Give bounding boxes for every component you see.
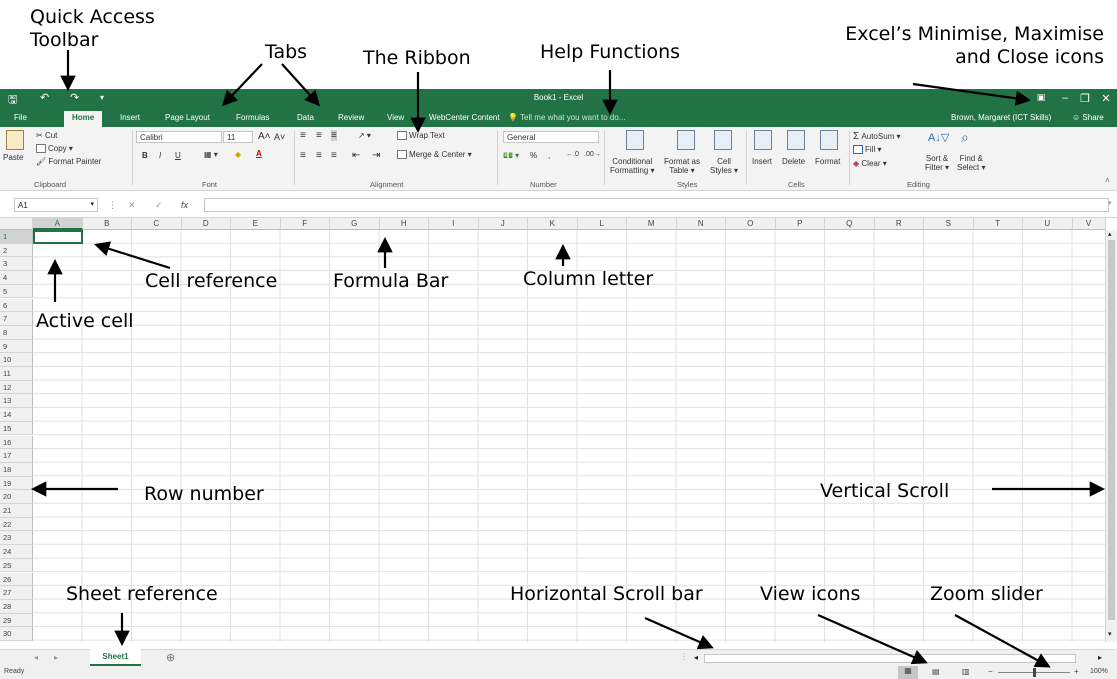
arrow-view-icons	[817, 613, 928, 665]
arrow-zoom-slider	[954, 614, 1051, 668]
arrow-window-controls	[912, 82, 1032, 106]
annotation-arrows	[30, 50, 1106, 668]
arrow-tabs-insert	[221, 63, 263, 107]
arrow-tabs-data	[281, 63, 321, 107]
arrow-cell-reference	[94, 241, 171, 270]
arrow-horizontal-scroll	[644, 616, 714, 650]
